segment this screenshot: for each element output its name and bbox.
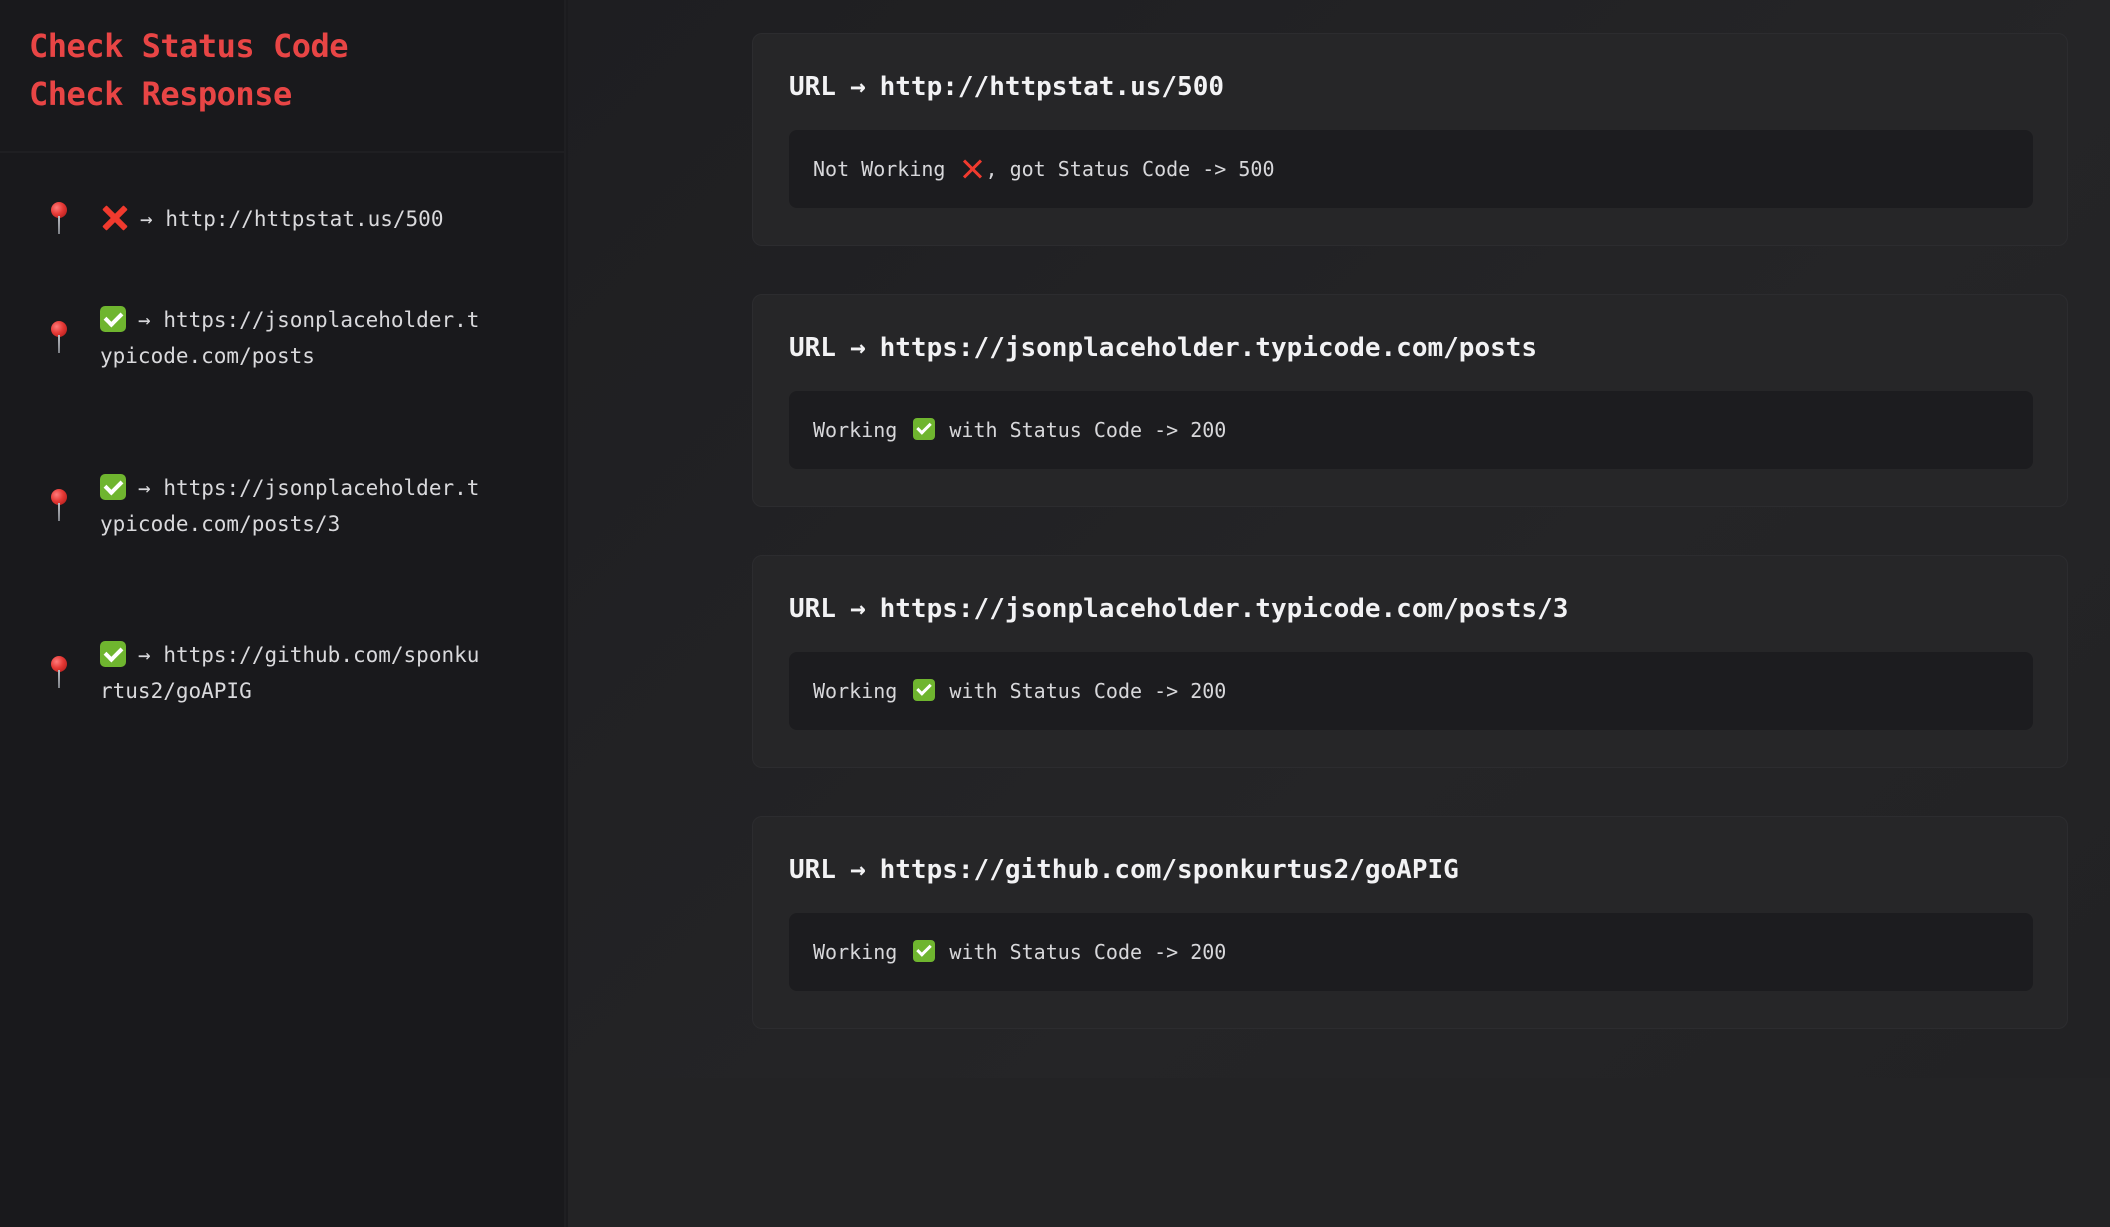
- result-card: URL → http://httpstat.us/500 Not Working ,…: [752, 33, 2068, 246]
- arrow: →: [849, 72, 866, 102]
- sidebar-item-text: → https://github.com/sponkurtus2/goAPIG: [100, 637, 480, 709]
- card-url: https://github.com/sponkurtus2/goAPIG: [879, 855, 1459, 885]
- sidebar-header: Check Status Code Check Response: [0, 0, 564, 153]
- cross-mark-icon: [100, 203, 128, 231]
- check-mark-button-icon: [100, 641, 126, 667]
- status-code-text: with Status Code -> 200: [937, 679, 1227, 703]
- card-status-message: Working with Status Code -> 200: [789, 913, 2033, 991]
- sidebar-item-url: https://github.com/sponkurtus2/goAPIG: [100, 643, 480, 703]
- status-code-text: with Status Code -> 200: [937, 418, 1227, 442]
- url-label: URL: [789, 855, 836, 885]
- check-mark-button-icon: [100, 306, 126, 332]
- arrow: →: [140, 207, 153, 231]
- arrow: →: [138, 643, 151, 667]
- cross-mark-icon: [962, 157, 984, 179]
- sidebar-item-url: https://jsonplaceholder.typicode.com/pos…: [100, 476, 480, 536]
- round-pushpin-icon: [48, 320, 70, 356]
- result-card: URL → https://jsonplaceholder.typicode.com…: [752, 555, 2068, 768]
- arrow: →: [849, 594, 866, 624]
- card-url-heading: URL → https://jsonplaceholder.typicode.com…: [789, 594, 1568, 624]
- app-window: Check Status Code Check Response → http:…: [0, 0, 2110, 1227]
- sidebar-item-text: → http://httpstat.us/500: [100, 201, 480, 237]
- url-label: URL: [789, 72, 836, 102]
- card-status-message: Working with Status Code -> 200: [789, 652, 2033, 730]
- sidebar-item-url-2[interactable]: → https://jsonplaceholder.typicode.com/p…: [48, 302, 528, 374]
- arrow: →: [849, 333, 866, 363]
- card-url: http://httpstat.us/500: [879, 72, 1224, 102]
- status-text: Working: [813, 679, 898, 703]
- card-status-message: Working with Status Code -> 200: [789, 391, 2033, 469]
- arrow: →: [138, 308, 151, 332]
- status-text: Not Working: [813, 157, 946, 181]
- sidebar-item-url: http://httpstat.us/500: [165, 207, 444, 231]
- card-url-heading: URL → https://github.com/sponkurtus2/goAPI…: [789, 855, 1459, 885]
- check-mark-button-icon: [100, 474, 126, 500]
- status-text: Working: [813, 940, 898, 964]
- result-card: URL → https://github.com/sponkurtus2/goAPI…: [752, 816, 2068, 1029]
- main-content: URL → http://httpstat.us/500 Not Working ,…: [568, 0, 2110, 1078]
- arrow: →: [849, 855, 866, 885]
- card-status-message: Not Working , got Status Code -> 500: [789, 130, 2033, 208]
- card-url: https://jsonplaceholder.typicode.com/pos…: [879, 594, 1569, 624]
- sidebar: Check Status Code Check Response → http:…: [0, 0, 566, 1227]
- check-mark-button-icon: [913, 679, 936, 701]
- url-label: URL: [789, 333, 836, 363]
- sidebar-item-text: → https://jsonplaceholder.typicode.com/p…: [100, 470, 480, 542]
- sidebar-item-url-4[interactable]: → https://github.com/sponkurtus2/goAPIG: [48, 637, 528, 709]
- arrow: →: [138, 476, 151, 500]
- status-text: Working: [813, 418, 898, 442]
- result-card: URL → https://jsonplaceholder.typicode.com…: [752, 294, 2068, 507]
- status-code-text: , got Status Code -> 500: [985, 157, 1275, 181]
- url-label: URL: [789, 594, 836, 624]
- card-url-heading: URL → http://httpstat.us/500: [789, 72, 1224, 102]
- sidebar-item-url-3[interactable]: → https://jsonplaceholder.typicode.com/p…: [48, 470, 528, 542]
- sidebar-item-url: https://jsonplaceholder.typicode.com/pos…: [100, 308, 480, 368]
- round-pushpin-icon: [48, 655, 70, 691]
- round-pushpin-icon: [48, 488, 70, 524]
- check-mark-button-icon: [913, 418, 936, 440]
- card-url-heading: URL → https://jsonplaceholder.typicode.com…: [789, 333, 1537, 363]
- check-mark-button-icon: [913, 940, 936, 962]
- card-url: https://jsonplaceholder.typicode.com/pos…: [879, 333, 1538, 363]
- status-code-text: with Status Code -> 200: [937, 940, 1227, 964]
- page-footer-area: [568, 1078, 2110, 1227]
- round-pushpin-icon: [48, 201, 70, 237]
- sidebar-item-text: → https://jsonplaceholder.typicode.com/p…: [100, 302, 480, 374]
- check-status-code-link[interactable]: Check Status Code: [29, 22, 564, 70]
- check-response-link[interactable]: Check Response: [29, 70, 564, 118]
- sidebar-item-url-1[interactable]: → http://httpstat.us/500: [48, 201, 528, 237]
